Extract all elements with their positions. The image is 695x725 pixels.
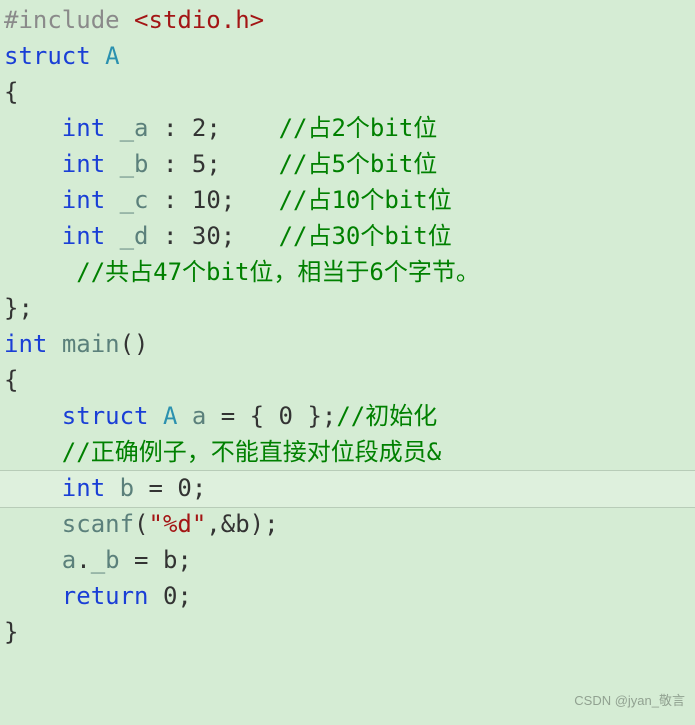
comment-d: //占30个bit位: [279, 222, 452, 250]
comment-init: //初始化: [336, 402, 437, 430]
brace-open: {: [4, 78, 18, 106]
member-c: _c: [120, 186, 149, 214]
keyword-int: int: [62, 114, 105, 142]
keyword-struct: struct: [62, 402, 149, 430]
assign-obj: a: [62, 546, 76, 574]
brace-close-semi: };: [4, 294, 33, 322]
scanf-format: "%d": [149, 510, 207, 538]
type-a: A: [163, 402, 177, 430]
keyword-int: int: [4, 330, 47, 358]
comment-sum: //共占47个bit位，相当于6个字节。: [76, 258, 480, 286]
watermark: CSDN @jyan_敬言: [574, 683, 685, 719]
code-block: #include <stdio.h> struct A { int _a : 2…: [0, 0, 695, 652]
keyword-struct: struct: [4, 42, 91, 70]
init-b: = 0;: [134, 474, 206, 502]
call-scanf: scanf: [62, 510, 134, 538]
comment-c: //占10个bit位: [279, 186, 452, 214]
member-d: _d: [120, 222, 149, 250]
keyword-int: int: [62, 222, 105, 250]
comment-b: //占5个bit位: [279, 150, 438, 178]
comment-note: //正确例子，不能直接对位段成员&: [62, 438, 441, 466]
keyword-int: int: [62, 474, 105, 502]
assign-member: _b: [91, 546, 120, 574]
comment-a: //占2个bit位: [279, 114, 438, 142]
include-file: <stdio.h>: [134, 6, 264, 34]
func-main: main: [62, 330, 120, 358]
keyword-return: return: [62, 582, 149, 610]
keyword-int: int: [62, 186, 105, 214]
preprocessor-include: #include: [4, 6, 134, 34]
struct-name: A: [105, 42, 119, 70]
var-b: b: [120, 474, 134, 502]
brace-close: }: [4, 618, 18, 646]
member-a: _a: [120, 114, 149, 142]
bits-b: 5: [192, 150, 206, 178]
return-val: 0;: [149, 582, 192, 610]
member-b: _b: [120, 150, 149, 178]
assign-rest: = b;: [120, 546, 192, 574]
var-a: a: [192, 402, 206, 430]
bits-d: 30: [192, 222, 221, 250]
scanf-args: ,&b);: [206, 510, 278, 538]
bits-c: 10: [192, 186, 221, 214]
brace-open: {: [4, 366, 18, 394]
bits-a: 2: [192, 114, 206, 142]
init-a: = { 0 };: [206, 402, 336, 430]
keyword-int: int: [62, 150, 105, 178]
